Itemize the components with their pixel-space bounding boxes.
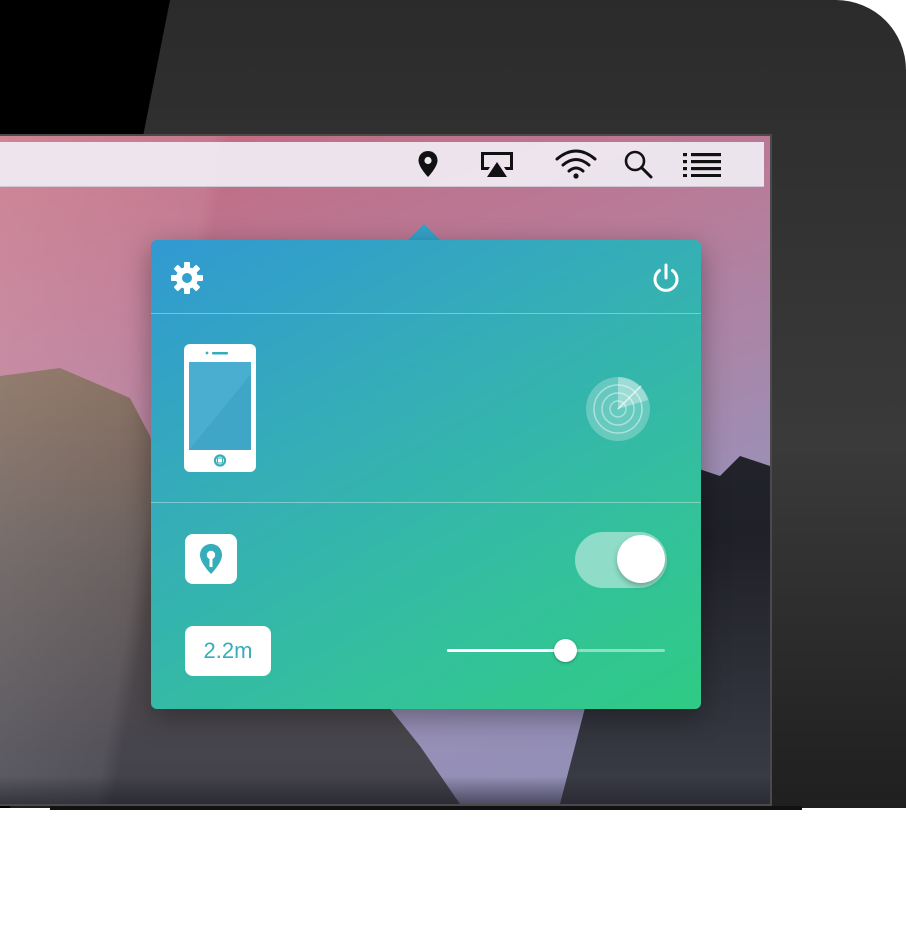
list-icon[interactable]: [682, 150, 722, 178]
popover-arrow: [407, 224, 441, 241]
airplay-icon[interactable]: [479, 150, 515, 178]
distance-value[interactable]: 2.2m: [185, 626, 271, 676]
laptop-screen: 2.2m: [0, 136, 770, 804]
menu-bar: [0, 142, 764, 187]
desktop-scene: 2.2m: [0, 0, 906, 940]
laptop-base-edge: [50, 806, 802, 810]
menu-popover: 2.2m: [151, 240, 701, 709]
location-toggle[interactable]: [575, 532, 667, 588]
header-divider: [151, 313, 701, 314]
power-icon[interactable]: [649, 262, 683, 296]
location-pin-icon[interactable]: [416, 150, 440, 178]
location-badge: [185, 534, 237, 584]
device-divider: [151, 502, 701, 503]
toggle-knob: [617, 535, 665, 583]
radar-icon[interactable]: [585, 376, 651, 442]
slider-knob[interactable]: [554, 639, 577, 662]
gear-icon[interactable]: [169, 260, 205, 296]
slider-fill: [447, 649, 565, 652]
location-pin-icon: [200, 544, 222, 574]
search-icon[interactable]: [622, 150, 654, 179]
range-slider[interactable]: [447, 638, 665, 664]
iphone-icon: [184, 344, 256, 472]
screen-bottom-shade: [0, 776, 770, 804]
wifi-icon[interactable]: [554, 149, 598, 179]
